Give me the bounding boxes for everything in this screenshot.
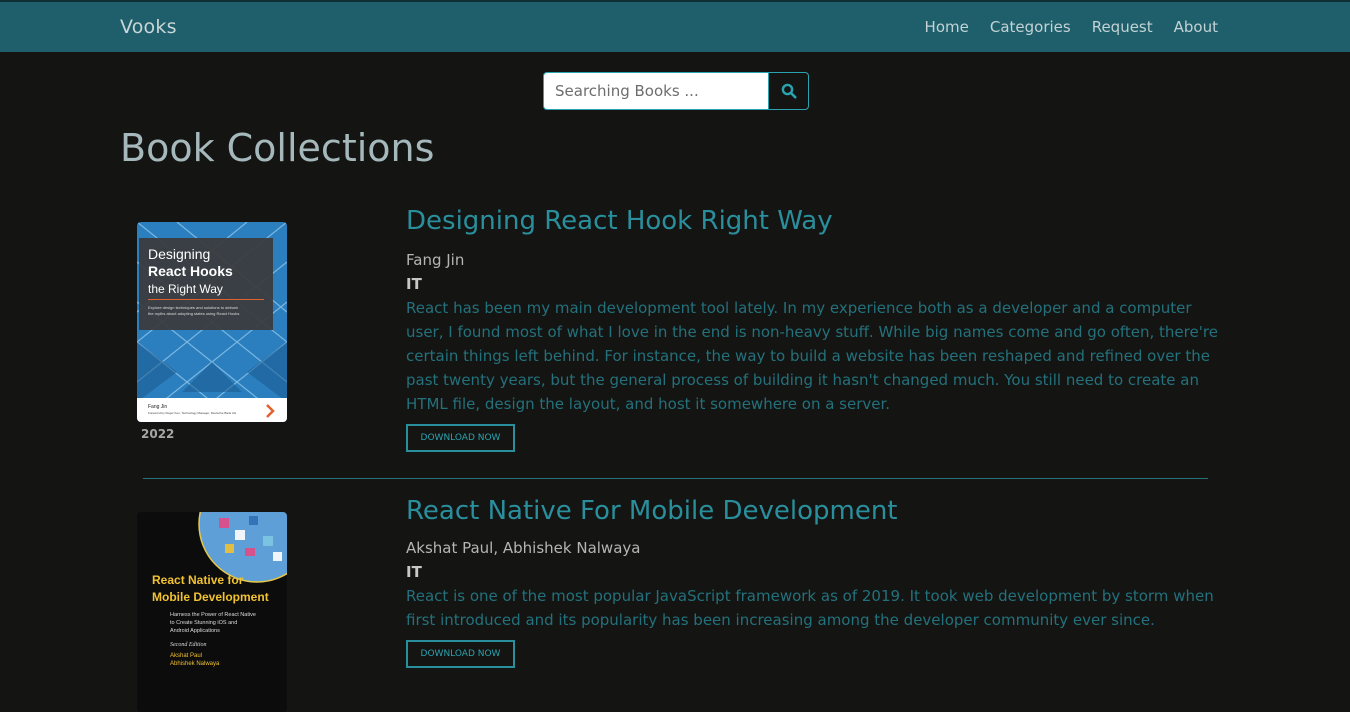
book-cover[interactable]: React Native for Mobile Development Harn… xyxy=(137,512,287,712)
divider xyxy=(143,478,1208,479)
nav-about[interactable]: About xyxy=(1174,18,1218,36)
book-cover[interactable]: Designing React Hooks the Right Way Expl… xyxy=(137,222,287,422)
cover-blurb-line2: the myths about adopting states using Re… xyxy=(148,311,240,316)
brand-logo[interactable]: Vooks xyxy=(120,16,177,38)
cover-subtitle-line2: to Create Stunning iOS and xyxy=(170,620,238,626)
cover-author1: Akshat Paul xyxy=(170,653,203,659)
cover-title-line3: the Right Way xyxy=(148,282,223,296)
nav-home[interactable]: Home xyxy=(925,18,969,36)
cover-blurb-line1: Explore design techniques and solutions … xyxy=(148,305,239,310)
search-icon xyxy=(781,83,796,99)
book-category: IT xyxy=(406,563,422,581)
cover-rule xyxy=(148,299,264,300)
book-author: Akshat Paul, Abhishek Nalwaya xyxy=(406,539,641,557)
nav-request[interactable]: Request xyxy=(1092,18,1153,36)
book-description: React is one of the most popular JavaScr… xyxy=(406,587,1214,629)
book-description: React has been my main development tool … xyxy=(406,299,1218,413)
search-bar xyxy=(543,72,809,110)
book-info: Designing React Hook Right Way Fang Jin … xyxy=(406,206,1226,452)
cover-title-line1: React Native for xyxy=(152,573,244,587)
search-input[interactable] xyxy=(543,72,768,110)
navbar: Vooks Home Categories Request About xyxy=(0,0,1350,52)
cover-title-line2: React Hooks xyxy=(148,263,233,279)
book-info: React Native For Mobile Development Aksh… xyxy=(406,496,1226,668)
search-button[interactable] xyxy=(768,72,809,110)
nav-links: Home Categories Request About xyxy=(925,18,1218,36)
book-year: 2022 xyxy=(141,427,175,441)
cover-edition: Second Edition xyxy=(170,642,207,648)
book-category: IT xyxy=(406,275,422,293)
download-button[interactable]: DOWNLOAD NOW xyxy=(406,424,515,452)
page-title: Book Collections xyxy=(120,126,435,170)
book-title[interactable]: Designing React Hook Right Way xyxy=(406,206,1226,236)
publisher-logo-icon xyxy=(265,403,275,422)
cover-foreword: Foreword by Roger Ken, Technology Manage… xyxy=(148,411,237,415)
cover-title-line1: Designing xyxy=(148,246,211,262)
cover-title-line2: Mobile Development xyxy=(152,590,269,604)
cover-author2: Abhishek Nalwaya xyxy=(170,661,220,667)
cover-author: Fang Jin xyxy=(148,404,168,410)
book-author: Fang Jin xyxy=(406,251,465,269)
download-button[interactable]: DOWNLOAD NOW xyxy=(406,640,515,668)
nav-categories[interactable]: Categories xyxy=(990,18,1071,36)
cover-subtitle-line1: Harness the Power of React Native xyxy=(170,612,256,618)
book-title[interactable]: React Native For Mobile Development xyxy=(406,496,1226,526)
cover-subtitle-line3: Android Applications xyxy=(170,628,220,634)
